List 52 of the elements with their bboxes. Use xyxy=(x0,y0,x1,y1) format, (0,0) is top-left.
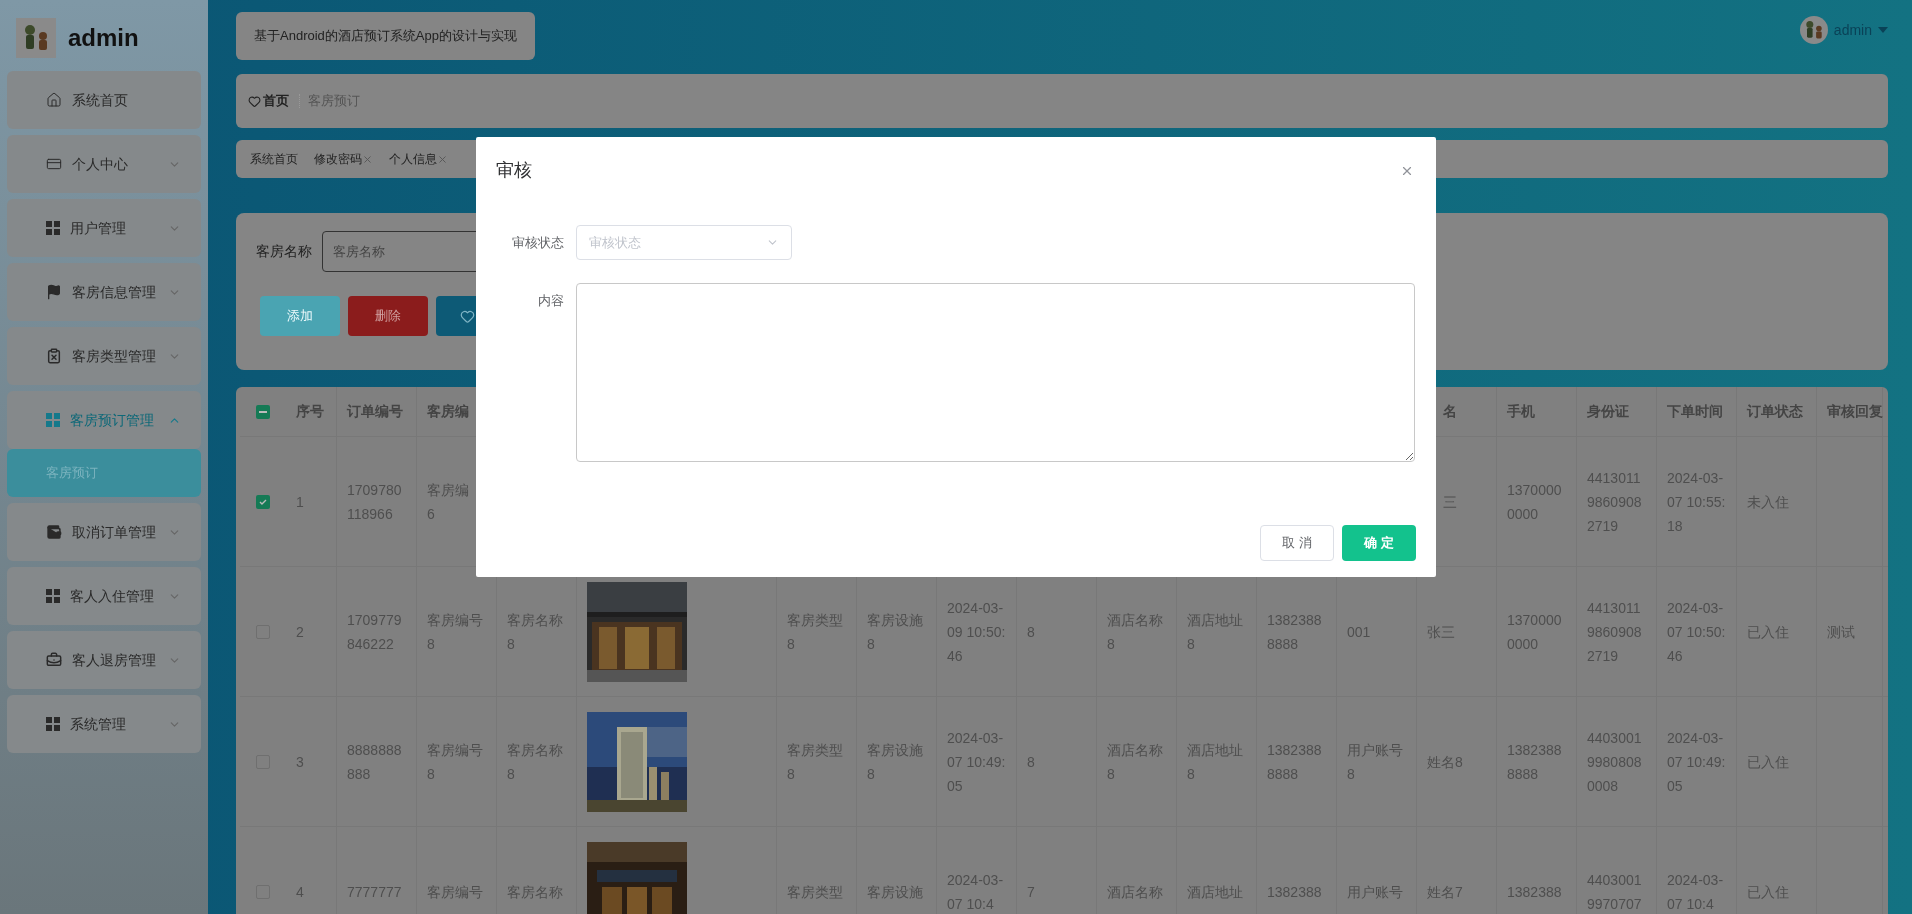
column-header: 手机 xyxy=(1507,402,1535,421)
clipboard-icon xyxy=(46,348,62,364)
logo-avatar xyxy=(16,18,56,58)
column-header: 下单时间 xyxy=(1667,402,1723,421)
wallet-icon xyxy=(46,524,62,540)
sidebar-item[interactable]: 个人中心 xyxy=(7,135,201,193)
column-header: 身份证 xyxy=(1587,402,1629,421)
cancel-button[interactable]: 取 消 xyxy=(1260,525,1334,561)
home-icon xyxy=(46,92,62,108)
card-icon xyxy=(46,156,62,172)
grid-icon xyxy=(46,413,60,427)
page-tab[interactable]: 系统首页 xyxy=(250,150,298,168)
field-label: 审核状态 xyxy=(511,233,565,252)
system-title-card: 基于Android的酒店预订系统App的设计与实现 xyxy=(236,12,535,60)
app-title: admin xyxy=(68,23,139,53)
dialog-title: 审核 xyxy=(496,159,532,182)
column-header: 订单状态 xyxy=(1747,402,1803,421)
sidebar-item[interactable]: 客人入住管理 xyxy=(7,567,201,625)
heart-icon xyxy=(460,308,475,324)
column-header: 序号 xyxy=(296,402,324,421)
row-checkbox[interactable] xyxy=(256,494,270,509)
column-header: 审核回复 xyxy=(1827,402,1883,421)
sidebar-item[interactable]: 取消订单管理 xyxy=(7,503,201,561)
grid-icon xyxy=(46,221,60,235)
breadcrumb-link[interactable]: 首页 xyxy=(263,91,289,111)
sidebar-item[interactable]: 系统管理 xyxy=(7,695,201,753)
sidebar-item[interactable]: 客人退房管理 xyxy=(7,631,201,689)
flag-icon xyxy=(46,284,62,300)
confirm-button[interactable]: 确 定 xyxy=(1342,525,1416,561)
briefcase-icon xyxy=(46,652,62,668)
close-icon[interactable] xyxy=(437,153,448,165)
user-avatar xyxy=(1799,16,1828,44)
grid-icon xyxy=(46,589,60,603)
page-tab[interactable]: 个人信息 xyxy=(389,150,437,168)
close-icon[interactable] xyxy=(362,153,373,165)
add-button[interactable]: 添加 xyxy=(260,296,340,336)
heart-icon xyxy=(248,94,261,108)
column-header: 订单编号 xyxy=(347,402,403,421)
content-field[interactable] xyxy=(576,283,1415,462)
field-label: 内容 xyxy=(537,292,565,310)
sidebar-item[interactable]: 客房类型管理 xyxy=(7,327,201,385)
caret-icon xyxy=(1878,27,1888,33)
page-tab[interactable]: 修改密码 xyxy=(314,150,362,168)
select-all-checkbox[interactable] xyxy=(256,404,270,419)
sidebar-item[interactable]: 系统首页 xyxy=(7,71,201,129)
sidebar-item[interactable]: 客房信息管理 xyxy=(7,263,201,321)
field-label: 客房名称 xyxy=(256,242,312,261)
column-header: 客房编 xyxy=(427,402,469,421)
sidebar-item[interactable]: 用户管理 xyxy=(7,199,201,257)
grid-icon xyxy=(46,717,60,731)
delete-button[interactable]: 删除 xyxy=(348,296,428,336)
column-header: 名 xyxy=(1443,402,1457,421)
